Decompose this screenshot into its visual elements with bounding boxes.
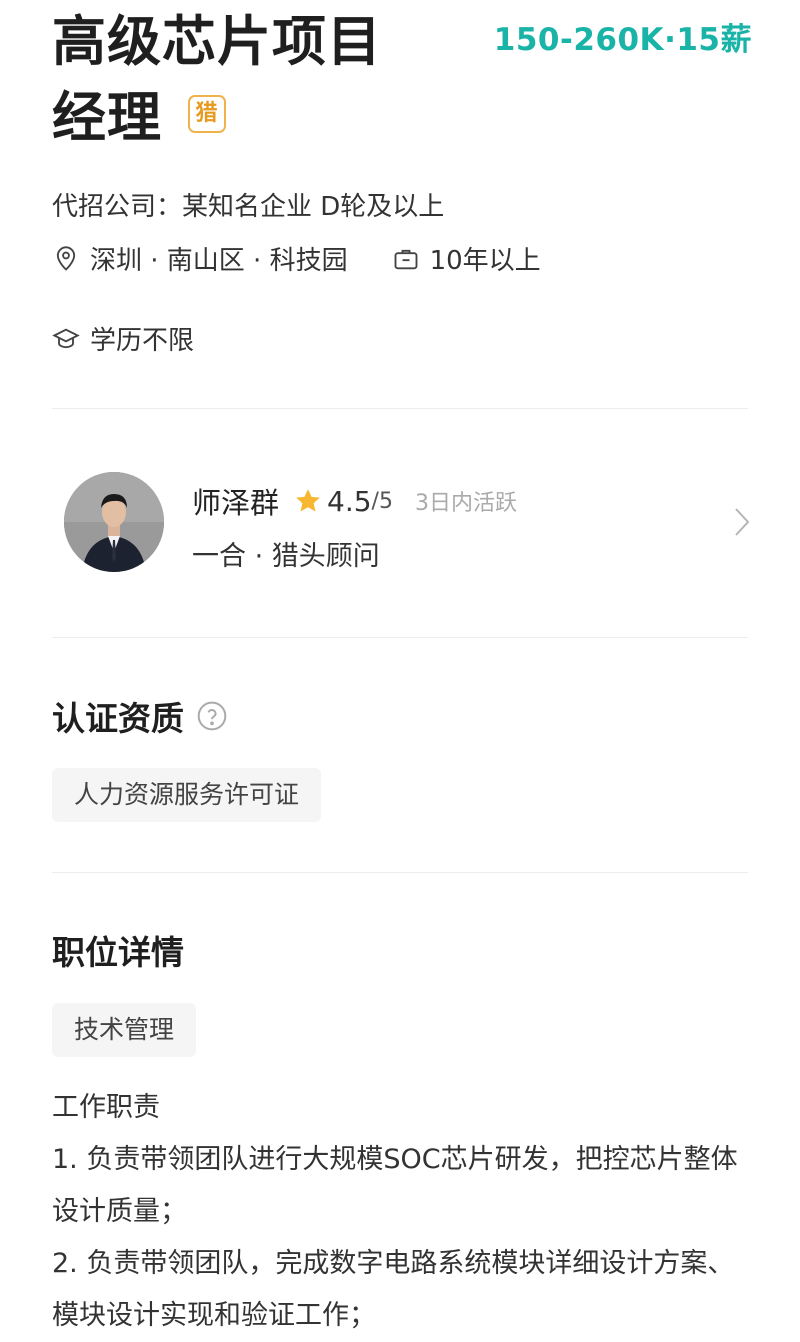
job-description: 工作职责 1. 负责带领团队进行大规模SOC芯片研发，把控芯片整体设计质量； 2… [52, 1082, 756, 1342]
location-icon [56, 245, 76, 271]
hunter-badge: 猎 [188, 95, 226, 133]
recruiter-avatar[interactable] [64, 472, 164, 572]
recruiter-activity: 3日内活跃 [414, 491, 517, 516]
star-icon [296, 489, 320, 512]
job-title-line2-wrap: 经理猎 [52, 80, 226, 156]
company-line: 代招公司：某知名企业 D轮及以上 [52, 192, 445, 222]
recruiter-card[interactable]: 师泽群 4.5 /5 3日内活跃 一合 · 猎头顾问 [52, 472, 752, 572]
divider [52, 872, 748, 873]
job-category-tag: 技术管理 [52, 1003, 197, 1057]
experience-text: 10年以上 [429, 246, 541, 276]
recruiter-rating-total: /5 [371, 488, 393, 514]
certification-section-title: 认证资质 [52, 692, 228, 740]
education-text: 学历不限 [90, 326, 195, 356]
help-icon[interactable] [196, 700, 228, 732]
briefcase-icon [394, 249, 418, 269]
divider [52, 408, 748, 409]
job-detail-section-title: 职位详情 [52, 926, 184, 974]
recruiter-name-row: 师泽群 4.5 /5 3日内活跃 [192, 480, 517, 522]
description-line: 2. 负责带领团队，完成数字电路系统模块详细设计方案、模块设计实现和验证工作； [52, 1248, 735, 1331]
location-text: 深圳 · 南山区 · 科技园 [90, 246, 348, 276]
recruiter-rating: 4.5 [327, 484, 372, 518]
job-detail-title: 职位详情 [52, 933, 184, 972]
recruiter-subtitle: 一合 · 猎头顾问 [192, 541, 380, 572]
job-title-line1: 高级芯片项目 [52, 10, 382, 73]
description-line: 1. 负责带领团队进行大规模SOC芯片研发，把控芯片整体设计质量； [52, 1144, 738, 1227]
recruiter-name: 师泽群 [192, 486, 280, 520]
certification-tag: 人力资源服务许可证 [52, 768, 322, 822]
location-experience-line: 深圳 · 南山区 · 科技园 10年以上 [52, 240, 541, 277]
description-line: 工作职责 [52, 1092, 160, 1123]
graduation-cap-icon [52, 328, 80, 348]
job-detail-page: 高级芯片项目 经理猎 150-260K·15薪 代招公司：某知名企业 D轮及以上… [0, 0, 800, 1331]
certification-title: 认证资质 [52, 699, 184, 738]
avatar-image [64, 472, 164, 572]
education-line: 学历不限 [52, 320, 194, 357]
salary-range: 150-260K·15薪 [493, 22, 752, 58]
job-title-line2: 经理 [52, 86, 162, 149]
divider [52, 637, 748, 638]
job-title: 高级芯片项目 经理猎 [52, 4, 472, 156]
chevron-right-icon[interactable] [732, 506, 752, 538]
